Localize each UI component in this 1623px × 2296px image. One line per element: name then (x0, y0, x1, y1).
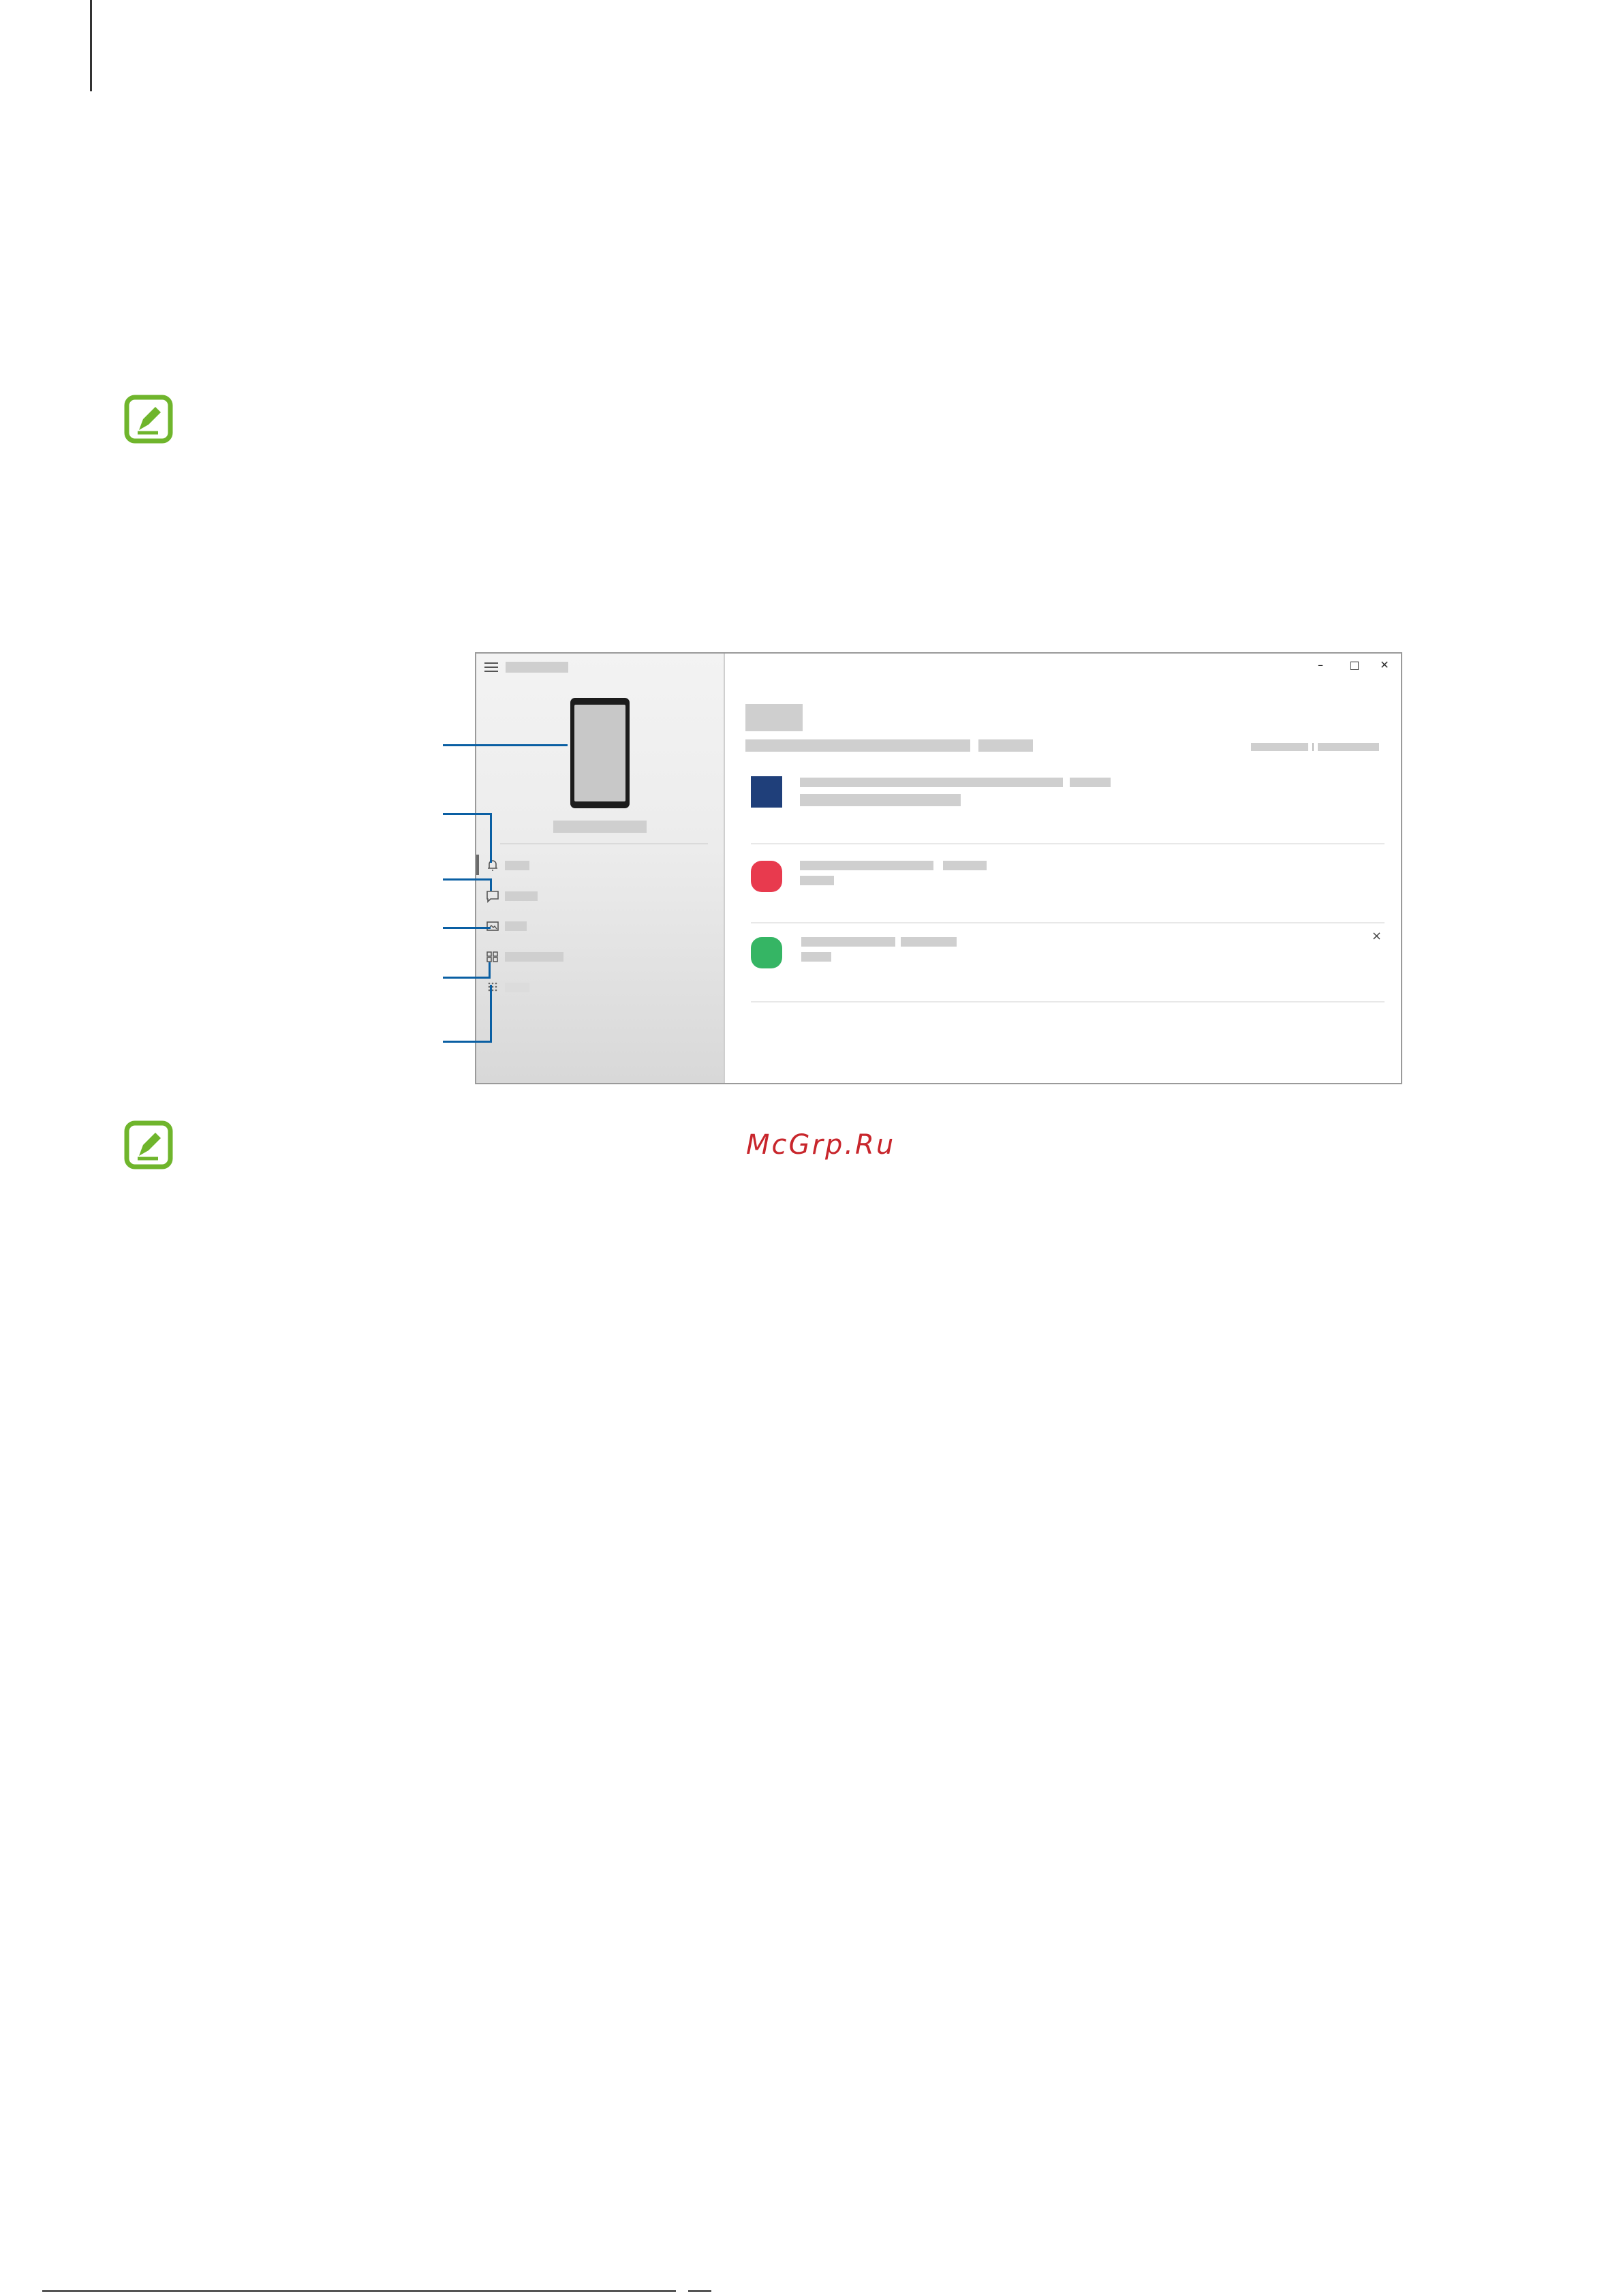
nav-label-placeholder (505, 952, 563, 962)
message-icon (486, 891, 499, 903)
app-icon (751, 861, 782, 892)
hamburger-menu-icon[interactable] (484, 662, 498, 672)
nav-item-photos[interactable] (484, 917, 702, 935)
page-edge-rule (90, 0, 92, 91)
notification-title-placeholder (801, 937, 895, 947)
callout-line-3-vertical (490, 878, 492, 891)
nav-label-placeholder (505, 921, 527, 931)
callout-line-3 (443, 878, 492, 881)
close-button[interactable]: ✕ (1372, 658, 1397, 673)
action-link-placeholder[interactable] (1251, 743, 1308, 751)
callout-line-5-vertical (489, 962, 491, 978)
sidebar (476, 654, 725, 1083)
phone-image (570, 698, 630, 808)
notification-divider (751, 843, 1385, 844)
active-indicator (476, 855, 479, 875)
notification-item[interactable] (751, 851, 1385, 923)
watermark-text: McGrp.Ru (746, 1129, 896, 1161)
photo-icon (486, 921, 499, 931)
notification-time-placeholder (1070, 778, 1111, 787)
apps-icon (486, 951, 498, 962)
notification-time-placeholder (901, 937, 957, 947)
callout-line-1 (443, 744, 568, 746)
app-window: – □ ✕ × (475, 652, 1402, 1084)
minimize-button[interactable]: – (1308, 658, 1333, 673)
nav-item-notifications[interactable] (484, 857, 702, 874)
callout-line-2-vertical (490, 813, 492, 863)
notification-text-placeholder (800, 794, 961, 806)
callout-line-2 (443, 813, 492, 815)
subtitle-placeholder (978, 739, 1033, 752)
nav-item-calls[interactable] (484, 979, 702, 996)
action-link-placeholder[interactable] (1318, 743, 1379, 751)
subtitle-placeholder (745, 739, 970, 752)
page-heading-placeholder (745, 704, 803, 731)
app-icon (751, 937, 782, 968)
sidebar-divider (500, 843, 708, 844)
notification-time-placeholder (943, 861, 987, 870)
notification-text-placeholder (800, 876, 834, 885)
notification-title-placeholder (800, 861, 933, 870)
nav-label-placeholder (505, 891, 538, 901)
app-icon (751, 776, 782, 808)
dialpad-icon (488, 982, 497, 992)
nav-item-messages[interactable] (484, 887, 702, 905)
nav-label-placeholder (505, 861, 529, 870)
notification-item[interactable] (751, 772, 1385, 813)
app-title-placeholder (506, 662, 568, 673)
action-separator (1312, 743, 1314, 751)
main-content: – □ ✕ × (725, 654, 1401, 1083)
callout-line-4 (443, 927, 491, 929)
note-icon (124, 1120, 173, 1169)
notification-text-placeholder (801, 952, 831, 962)
device-name-placeholder (553, 821, 647, 833)
callout-line-5 (443, 977, 491, 979)
footer-rule (42, 2290, 676, 2292)
note-icon (124, 395, 173, 444)
footer-rule-tick (688, 2290, 711, 2292)
maximize-button[interactable]: □ (1342, 658, 1367, 673)
notification-title-placeholder (800, 778, 1063, 787)
nav-item-apps[interactable] (484, 948, 702, 966)
notification-item[interactable]: × (751, 923, 1385, 1002)
callout-line-6-vertical (490, 985, 492, 1043)
bell-icon (488, 860, 497, 871)
callout-line-6 (443, 1041, 492, 1043)
dismiss-icon[interactable]: × (1372, 929, 1382, 943)
nav-label-placeholder (505, 983, 529, 992)
